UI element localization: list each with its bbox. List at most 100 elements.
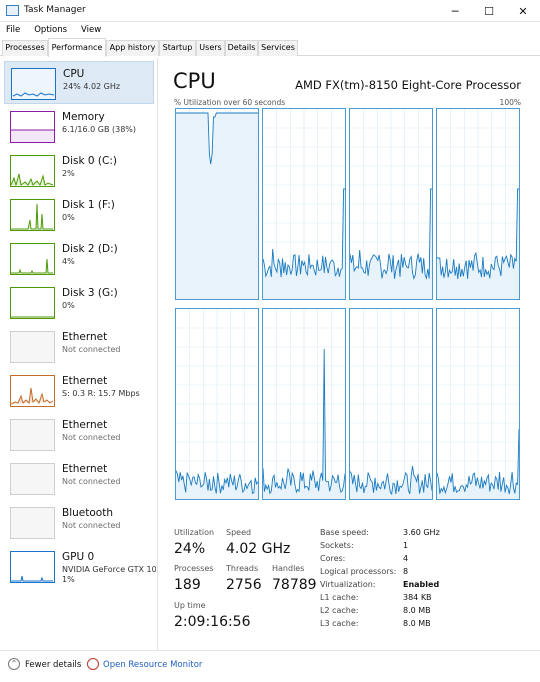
spec-label: Logical processors: — [320, 567, 397, 576]
tab-users[interactable]: Users — [196, 40, 225, 56]
maximize-button[interactable]: ☐ — [472, 0, 506, 22]
task-manager-icon — [6, 5, 19, 16]
tab-performance[interactable]: Performance — [48, 38, 106, 57]
spec-value: 8 — [403, 567, 409, 576]
title-bar: Task Manager ─ ☐ ✕ — [0, 0, 540, 22]
speed-label: Speed — [226, 528, 252, 537]
sidebar-item-ethernet-4[interactable]: Ethernet Not connected — [4, 457, 154, 500]
sidebar-item-disk0[interactable]: Disk 0 (C:) 2% — [4, 149, 154, 192]
spec-label: L3 cache: — [320, 619, 359, 628]
sidebar-item-detail: 2% — [62, 169, 75, 178]
resource-sidebar: CPU 24% 4.02 GHz Memory 6.1/16.0 GB (38%… — [0, 58, 158, 650]
spec-value: 1 — [403, 541, 409, 550]
sidebar-item-detail: Not connected — [62, 477, 121, 486]
sidebar-item-detail-2: 1% — [62, 575, 75, 584]
tab-startup[interactable]: Startup — [159, 40, 196, 56]
uptime-label: Up time — [174, 601, 206, 610]
sidebar-item-ethernet-1[interactable]: Ethernet Not connected — [4, 325, 154, 368]
cpu-thumbnail — [11, 68, 56, 100]
resource-monitor-icon — [87, 658, 99, 670]
spec-value: 384 KB — [403, 593, 432, 602]
tab-processes[interactable]: Processes — [2, 40, 48, 56]
spec-label: Virtualization: — [320, 580, 376, 589]
sidebar-item-detail: 0% — [62, 301, 75, 310]
footer-bar: ⌃ Fewer details Open Resource Monitor — [0, 650, 540, 682]
sidebar-item-ethernet-3[interactable]: Ethernet Not connected — [4, 413, 154, 456]
gpu-thumbnail — [10, 551, 55, 583]
speed-value: 4.02 GHz — [226, 541, 291, 557]
handles-label: Handles — [272, 564, 305, 573]
disk2-thumbnail — [10, 243, 55, 275]
spec-value: 8.0 MB — [403, 619, 431, 628]
sidebar-item-detail: 6.1/16.0 GB (38%) — [62, 125, 137, 134]
sidebar-item-label: Disk 0 (C:) — [62, 155, 117, 167]
sidebar-item-disk2[interactable]: Disk 2 (D:) 4% — [4, 237, 154, 280]
sidebar-item-memory[interactable]: Memory 6.1/16.0 GB (38%) — [4, 105, 154, 148]
spec-label: Base speed: — [320, 528, 369, 537]
page-title: CPU — [173, 69, 216, 93]
cpu-detail-panel: CPU AMD FX(tm)-8150 Eight-Core Processor… — [159, 58, 540, 650]
ethernet-thumbnail — [10, 375, 55, 407]
core-graph — [262, 108, 346, 300]
processes-value: 189 — [174, 577, 201, 593]
tab-details[interactable]: Details — [225, 40, 258, 56]
handles-value: 78789 — [272, 577, 317, 593]
sidebar-item-label: GPU 0 — [62, 551, 95, 563]
sidebar-item-label: Ethernet — [62, 375, 108, 387]
fewer-details-link[interactable]: Fewer details — [25, 660, 81, 670]
spec-value: 8.0 MB — [403, 606, 431, 615]
sidebar-item-disk1[interactable]: Disk 1 (F:) 0% — [4, 193, 154, 236]
minimize-button[interactable]: ─ — [438, 0, 472, 22]
spec-label: L2 cache: — [320, 606, 359, 615]
core-graph — [436, 108, 520, 300]
menu-options[interactable]: Options — [34, 25, 67, 35]
sidebar-item-disk3[interactable]: Disk 3 (G:) 0% — [4, 281, 154, 324]
sidebar-item-detail: 24% 4.02 GHz — [63, 82, 121, 91]
core-graph — [349, 308, 433, 500]
processor-model: AMD FX(tm)-8150 Eight-Core Processor — [295, 78, 521, 92]
sidebar-item-detail: Not connected — [62, 433, 121, 442]
sidebar-item-detail: S: 0.3 R: 15.7 Mbps — [62, 389, 140, 398]
chevron-up-icon[interactable]: ⌃ — [8, 658, 20, 670]
tab-app-history[interactable]: App history — [106, 40, 159, 56]
processes-label: Processes — [174, 564, 214, 573]
sidebar-item-bluetooth[interactable]: Bluetooth Not connected — [4, 501, 154, 544]
utilization-label: Utilization — [174, 528, 215, 537]
tab-services[interactable]: Services — [258, 40, 298, 56]
menu-file[interactable]: File — [6, 25, 20, 35]
close-button[interactable]: ✕ — [506, 0, 540, 22]
menu-bar: File Options View — [0, 22, 540, 38]
core-graph — [175, 108, 259, 300]
utilization-graph-label: % Utilization over 60 seconds — [174, 98, 286, 107]
threads-label: Threads — [226, 564, 259, 573]
sidebar-item-label: Ethernet — [62, 463, 108, 475]
spec-label: L1 cache: — [320, 593, 359, 602]
open-resource-monitor-link[interactable]: Open Resource Monitor — [103, 660, 202, 670]
sidebar-item-cpu[interactable]: CPU 24% 4.02 GHz — [4, 61, 154, 104]
sidebar-item-label: Ethernet — [62, 331, 108, 343]
ethernet-thumbnail — [10, 331, 55, 363]
sidebar-item-gpu0[interactable]: GPU 0 NVIDIA GeForce GTX 1060 1% — [4, 545, 156, 588]
core-graph — [262, 308, 346, 500]
sidebar-item-label: Disk 1 (F:) — [62, 199, 115, 211]
sidebar-item-label: Disk 2 (D:) — [62, 243, 118, 255]
sidebar-item-detail: Not connected — [62, 521, 121, 530]
sidebar-item-label: Ethernet — [62, 419, 108, 431]
spec-value: 3.60 GHz — [403, 528, 440, 537]
sidebar-item-detail: 0% — [62, 213, 75, 222]
threads-value: 2756 — [226, 577, 262, 593]
sidebar-item-detail: NVIDIA GeForce GTX 1060 — [62, 565, 156, 574]
disk3-thumbnail — [10, 287, 55, 319]
utilization-max-label: 100% — [499, 98, 521, 107]
core-graph — [175, 308, 259, 500]
ethernet-thumbnail — [10, 419, 55, 451]
bluetooth-thumbnail — [10, 507, 55, 539]
sidebar-item-detail: 4% — [62, 257, 75, 266]
menu-view[interactable]: View — [81, 25, 101, 35]
ethernet-thumbnail — [10, 463, 55, 495]
spec-value: 4 — [403, 554, 409, 563]
sidebar-item-ethernet-2[interactable]: Ethernet S: 0.3 R: 15.7 Mbps — [4, 369, 154, 412]
core-graph — [349, 108, 433, 300]
spec-label: Cores: — [320, 554, 346, 563]
sidebar-item-label: Memory — [62, 111, 105, 123]
